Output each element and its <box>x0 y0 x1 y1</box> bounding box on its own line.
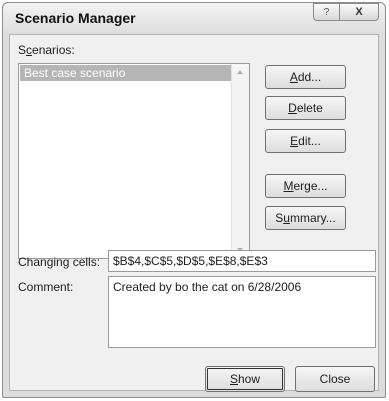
title-bar[interactable]: Scenario Manager ? X <box>3 3 385 33</box>
close-button[interactable]: Close <box>295 366 375 392</box>
comment-label: Comment: <box>18 280 74 294</box>
caption-buttons: ? X <box>313 3 379 21</box>
help-button[interactable]: ? <box>313 3 339 21</box>
dialog-title: Scenario Manager <box>15 10 136 26</box>
delete-button[interactable]: Delete <box>265 96 346 120</box>
summary-button[interactable]: Su mmary... <box>265 206 346 230</box>
scenarios-label: Scenarios: <box>18 43 75 57</box>
comment-field[interactable]: Created by bo the cat on 6/28/2006 <box>108 276 376 348</box>
changing-cells-field[interactable]: $B$4,$C$5,$D$5,$E$8,$E$3 <box>108 250 376 272</box>
scenarios-scrollbar[interactable] <box>231 64 249 258</box>
scroll-up-icon[interactable] <box>237 70 243 74</box>
changing-cells-label: Changing cells: <box>18 255 101 269</box>
close-icon: X <box>355 6 363 18</box>
scenario-item-best-case[interactable]: Best case scenario <box>20 65 231 81</box>
scenarios-listbox[interactable]: Best case scenario <box>18 63 250 259</box>
show-button[interactable]: Show <box>205 366 285 392</box>
help-icon: ? <box>323 6 330 18</box>
merge-button[interactable]: Merge... <box>265 174 346 198</box>
dialog-body: Scenarios: Best case scenario Add... Del… <box>9 34 379 392</box>
add-button[interactable]: Add... <box>265 65 346 89</box>
scenario-manager-dialog: Scenario Manager ? X Scenarios: Best cas… <box>2 2 386 398</box>
close-window-button[interactable]: X <box>339 3 379 21</box>
edit-button[interactable]: Edit... <box>265 129 346 153</box>
